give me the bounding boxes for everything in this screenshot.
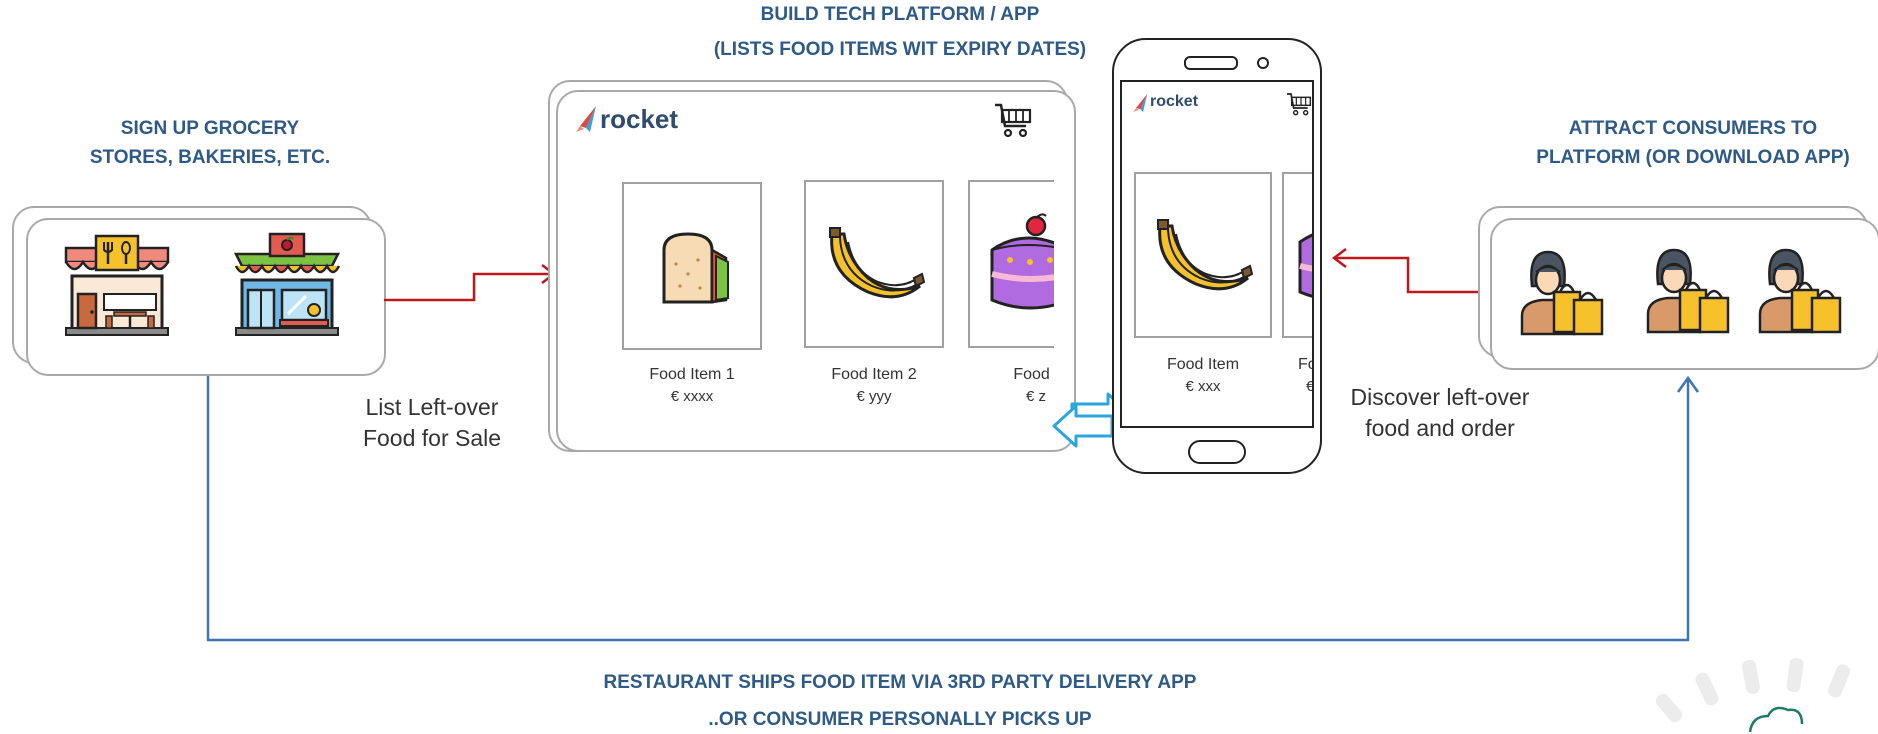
platform-heading-line-1: BUILD TECH PLATFORM / APP [760,4,1040,25]
sandwich-icon [662,232,729,304]
ships-heading: RESTAURANT SHIPS FOOD ITEM VIA 3RD PARTY… [520,668,1280,734]
rocket-logo-icon [576,106,596,132]
attract-heading: ATTRACT CONSUMERS TO PLATFORM (OR DOWNLO… [1508,114,1878,172]
product-card-2[interactable] [804,180,944,348]
sign-up-heading-line-2: STORES, BAKERIES, ETC. [89,147,331,168]
phone-speaker [1184,56,1238,70]
discover-arrow [1331,248,1490,294]
restaurant-icon [64,234,170,336]
phone-rocket-logo-icon [1133,94,1148,112]
phone-cart-icon[interactable] [1286,92,1312,116]
phone-product-card-1[interactable] [1134,172,1272,338]
phone-product-card-2[interactable] [1282,172,1312,338]
platform-logo-text: rocket [600,104,679,134]
attract-heading-line-2: PLATFORM (OR DOWNLOAD APP) [1536,147,1850,168]
phone-cake-icon [1298,233,1312,298]
grocery-store-icon [233,232,341,336]
ships-heading-line-2: ..OR CONSUMER PERSONALLY PICKS UP [708,709,1092,730]
phone-logo-text: rocket [1150,93,1199,110]
sign-up-heading: SIGN UP GROCERY STORES, BAKERIES, ETC. [60,114,360,172]
shopper-icon-3 [1758,248,1842,334]
attract-heading-line-1: ATTRACT CONSUMERS TO [1568,118,1818,139]
banana-icon [829,227,926,299]
ships-heading-line-1: RESTAURANT SHIPS FOOD ITEM VIA 3RD PARTY… [603,672,1197,693]
cake-icon [990,213,1054,310]
product-card-1[interactable] [622,182,762,350]
delivery-loop-line [206,375,1700,642]
shopper-icon-2 [1646,248,1730,334]
phone-banana-icon [1157,219,1254,291]
sign-up-heading-line-1: SIGN UP GROCERY [120,118,300,139]
phone-camera [1257,57,1269,69]
shopper-icon-1 [1520,250,1604,336]
list-food-arrow [384,264,557,302]
decorative-sunburst-icon [1655,657,1851,733]
cart-icon[interactable] [994,102,1032,138]
product-card-3[interactable] [968,180,1054,348]
